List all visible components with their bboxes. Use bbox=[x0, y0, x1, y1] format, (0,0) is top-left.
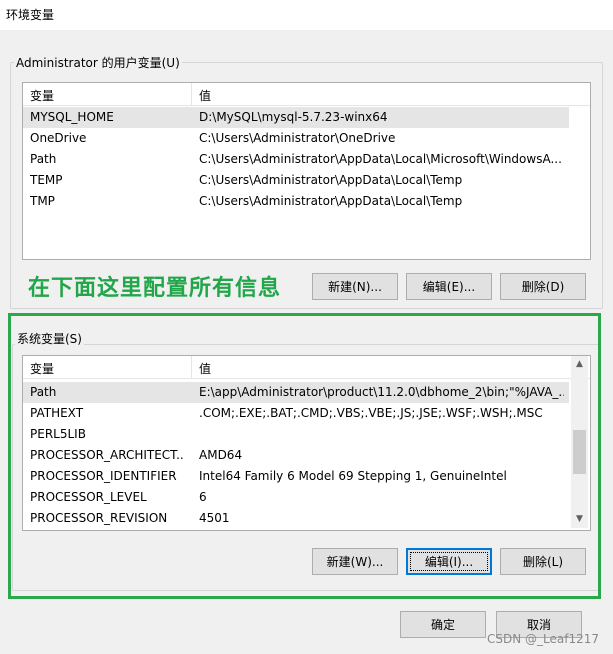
title-bar: 环境变量 bbox=[0, 0, 613, 30]
button-label: 取消 bbox=[526, 618, 551, 632]
user-var-row[interactable]: MYSQL_HOME D:\MySQL\mysql-5.7.23-winx64 bbox=[23, 107, 569, 128]
button-label: 新建(N)... bbox=[328, 280, 382, 294]
annotation-text: 在下面这里配置所有信息 bbox=[28, 276, 282, 301]
user-var-row[interactable]: TMP C:\Users\Administrator\AppData\Local… bbox=[23, 191, 569, 212]
watermark: CSDN @_Leaf1217 bbox=[486, 632, 599, 646]
user-var-row[interactable]: TEMP C:\Users\Administrator\AppData\Loca… bbox=[23, 170, 569, 191]
var-name: OneDrive bbox=[30, 131, 87, 145]
button-label: 编辑(E)... bbox=[422, 280, 476, 294]
var-value: C:\Users\Administrator\AppData\Local\Mic… bbox=[199, 152, 562, 166]
user-delete-button[interactable]: 删除(D) bbox=[500, 273, 586, 300]
user-var-row[interactable]: Path C:\Users\Administrator\AppData\Loca… bbox=[23, 149, 569, 170]
list-header: 变量 值 bbox=[23, 83, 590, 106]
var-value: C:\Users\Administrator\AppData\Local\Tem… bbox=[199, 194, 463, 208]
user-var-row[interactable]: OneDrive C:\Users\Administrator\OneDrive bbox=[23, 128, 569, 149]
button-label: 确定 bbox=[430, 618, 455, 632]
column-header-value[interactable]: 值 bbox=[199, 87, 211, 104]
var-value: D:\MySQL\mysql-5.7.23-winx64 bbox=[199, 110, 388, 124]
column-separator[interactable] bbox=[191, 83, 192, 105]
user-edit-button[interactable]: 编辑(E)... bbox=[406, 273, 492, 300]
var-name: TMP bbox=[30, 194, 55, 208]
window-title: 环境变量 bbox=[6, 8, 55, 22]
ok-button[interactable]: 确定 bbox=[400, 611, 486, 638]
var-name: MYSQL_HOME bbox=[30, 110, 114, 124]
user-variables-label: Administrator 的用户变量(U) bbox=[14, 54, 182, 71]
var-name: TEMP bbox=[30, 173, 63, 187]
button-label: 删除(D) bbox=[521, 280, 565, 294]
user-variables-list[interactable]: 变量 值 MYSQL_HOME D:\MySQL\mysql-5.7.23-wi… bbox=[22, 82, 591, 260]
column-header-variable[interactable]: 变量 bbox=[30, 87, 54, 104]
var-value: C:\Users\Administrator\OneDrive bbox=[199, 131, 396, 145]
highlight-box bbox=[8, 313, 601, 599]
var-name: Path bbox=[30, 152, 57, 166]
user-new-button[interactable]: 新建(N)... bbox=[312, 273, 398, 300]
var-value: C:\Users\Administrator\AppData\Local\Tem… bbox=[199, 173, 463, 187]
